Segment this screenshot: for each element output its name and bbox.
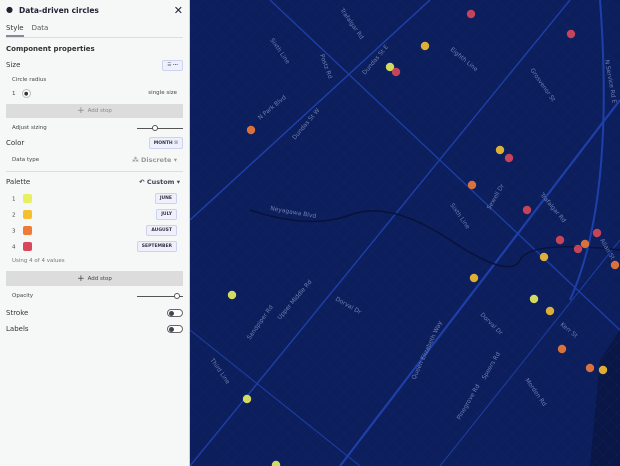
add-size-stop-button[interactable]: + Add stop — [6, 104, 183, 118]
data-circle-july[interactable] — [539, 252, 549, 262]
opacity-label: Opacity — [12, 293, 34, 299]
single-size-label: single size — [148, 90, 177, 96]
stroke-label: Stroke — [6, 309, 29, 317]
adjust-sizing-slider[interactable] — [137, 125, 183, 131]
circle-radius-label: Circle radius — [12, 77, 47, 83]
palette-stop: 3 AUGUST — [12, 224, 183, 236]
stop-index: 4 — [12, 244, 16, 250]
tab-data[interactable]: Data — [32, 24, 49, 37]
color-swatch[interactable] — [22, 241, 32, 251]
size-label: Size — [6, 61, 21, 69]
data-circle-september[interactable] — [522, 205, 532, 215]
stop-index: 3 — [12, 228, 16, 234]
data-circle-august[interactable] — [467, 180, 477, 190]
data-circle-september[interactable] — [592, 228, 602, 238]
data-circle-july[interactable] — [598, 365, 608, 375]
data-circle-august[interactable] — [557, 344, 567, 354]
data-circle-september[interactable] — [504, 153, 514, 163]
stroke-toggle[interactable] — [167, 309, 183, 317]
data-circle-september[interactable] — [573, 244, 583, 254]
data-circle-june[interactable] — [227, 290, 237, 300]
radius-dot-icon[interactable]: ● — [21, 88, 31, 98]
tab-style[interactable]: Style — [6, 24, 24, 37]
data-circle-september[interactable] — [466, 9, 476, 19]
reset-icon: ↶ — [139, 178, 145, 186]
data-circle-july[interactable] — [495, 145, 505, 155]
panel-title: Data-driven circles — [19, 5, 99, 15]
data-circle-september[interactable] — [566, 29, 576, 39]
color-field-button[interactable]: MONTH ꕤ — [148, 137, 183, 149]
palette-stop: 1 JUNE — [12, 192, 183, 204]
circles-icon: ● — [6, 5, 13, 14]
data-circle-august[interactable] — [580, 239, 590, 249]
palette-label: Palette — [6, 178, 31, 186]
add-color-stop-button[interactable]: + Add stop — [6, 271, 183, 286]
tabs: Style Data — [6, 20, 183, 38]
data-type-label: Data type — [12, 157, 40, 163]
data-circle-september[interactable] — [391, 67, 401, 77]
opacity-slider[interactable] — [137, 293, 183, 299]
stop-index: 2 — [12, 212, 16, 218]
color-swatch[interactable] — [22, 225, 32, 235]
palette-select[interactable]: ↶ Custom ▾ — [139, 178, 180, 186]
data-circle-july[interactable] — [420, 41, 430, 51]
color-swatch[interactable] — [22, 209, 32, 219]
section-title: Component properties — [6, 45, 95, 53]
panel-header: ● Data-driven circles ✕ — [0, 0, 189, 20]
data-circle-june[interactable] — [242, 394, 252, 404]
using-values-text: Using 4 of 4 values — [12, 258, 65, 264]
data-circle-august[interactable] — [246, 125, 256, 135]
data-type-select[interactable]: ⁂ Discrete ▾ — [132, 156, 177, 164]
color-label: Color — [6, 139, 25, 147]
data-circle-august[interactable] — [585, 363, 595, 373]
adjust-sizing-label: Adjust sizing — [12, 125, 47, 131]
data-circle-july[interactable] — [469, 273, 479, 283]
stop-value-button[interactable]: SEPTEMBER — [136, 240, 177, 252]
stop-value-button[interactable]: AUGUST — [146, 224, 177, 236]
color-swatch[interactable] — [22, 193, 32, 203]
map[interactable]: Trafalgar RdSixth LinePostz Rd Dundas St … — [190, 0, 620, 466]
labels-label: Labels — [6, 325, 29, 333]
data-circle-july[interactable] — [545, 306, 555, 316]
size-mode-button[interactable]: ☰ ··· — [162, 59, 183, 71]
palette-stop: 4 SEPTEMBER — [12, 240, 183, 252]
stop-index: 1 — [12, 90, 16, 97]
data-driven-circles-panel: ● Data-driven circles ✕ Style Data Compo… — [0, 0, 190, 466]
stop-value-button[interactable]: JUNE — [154, 192, 177, 204]
labels-toggle[interactable] — [167, 325, 183, 333]
palette-stop: 2 JULY — [12, 208, 183, 220]
data-circle-september[interactable] — [555, 235, 565, 245]
close-icon[interactable]: ✕ — [174, 4, 183, 17]
data-circle-august[interactable] — [610, 260, 620, 270]
data-circle-june[interactable] — [529, 294, 539, 304]
stop-index: 1 — [12, 196, 16, 202]
stop-value-button[interactable]: JULY — [156, 208, 177, 220]
